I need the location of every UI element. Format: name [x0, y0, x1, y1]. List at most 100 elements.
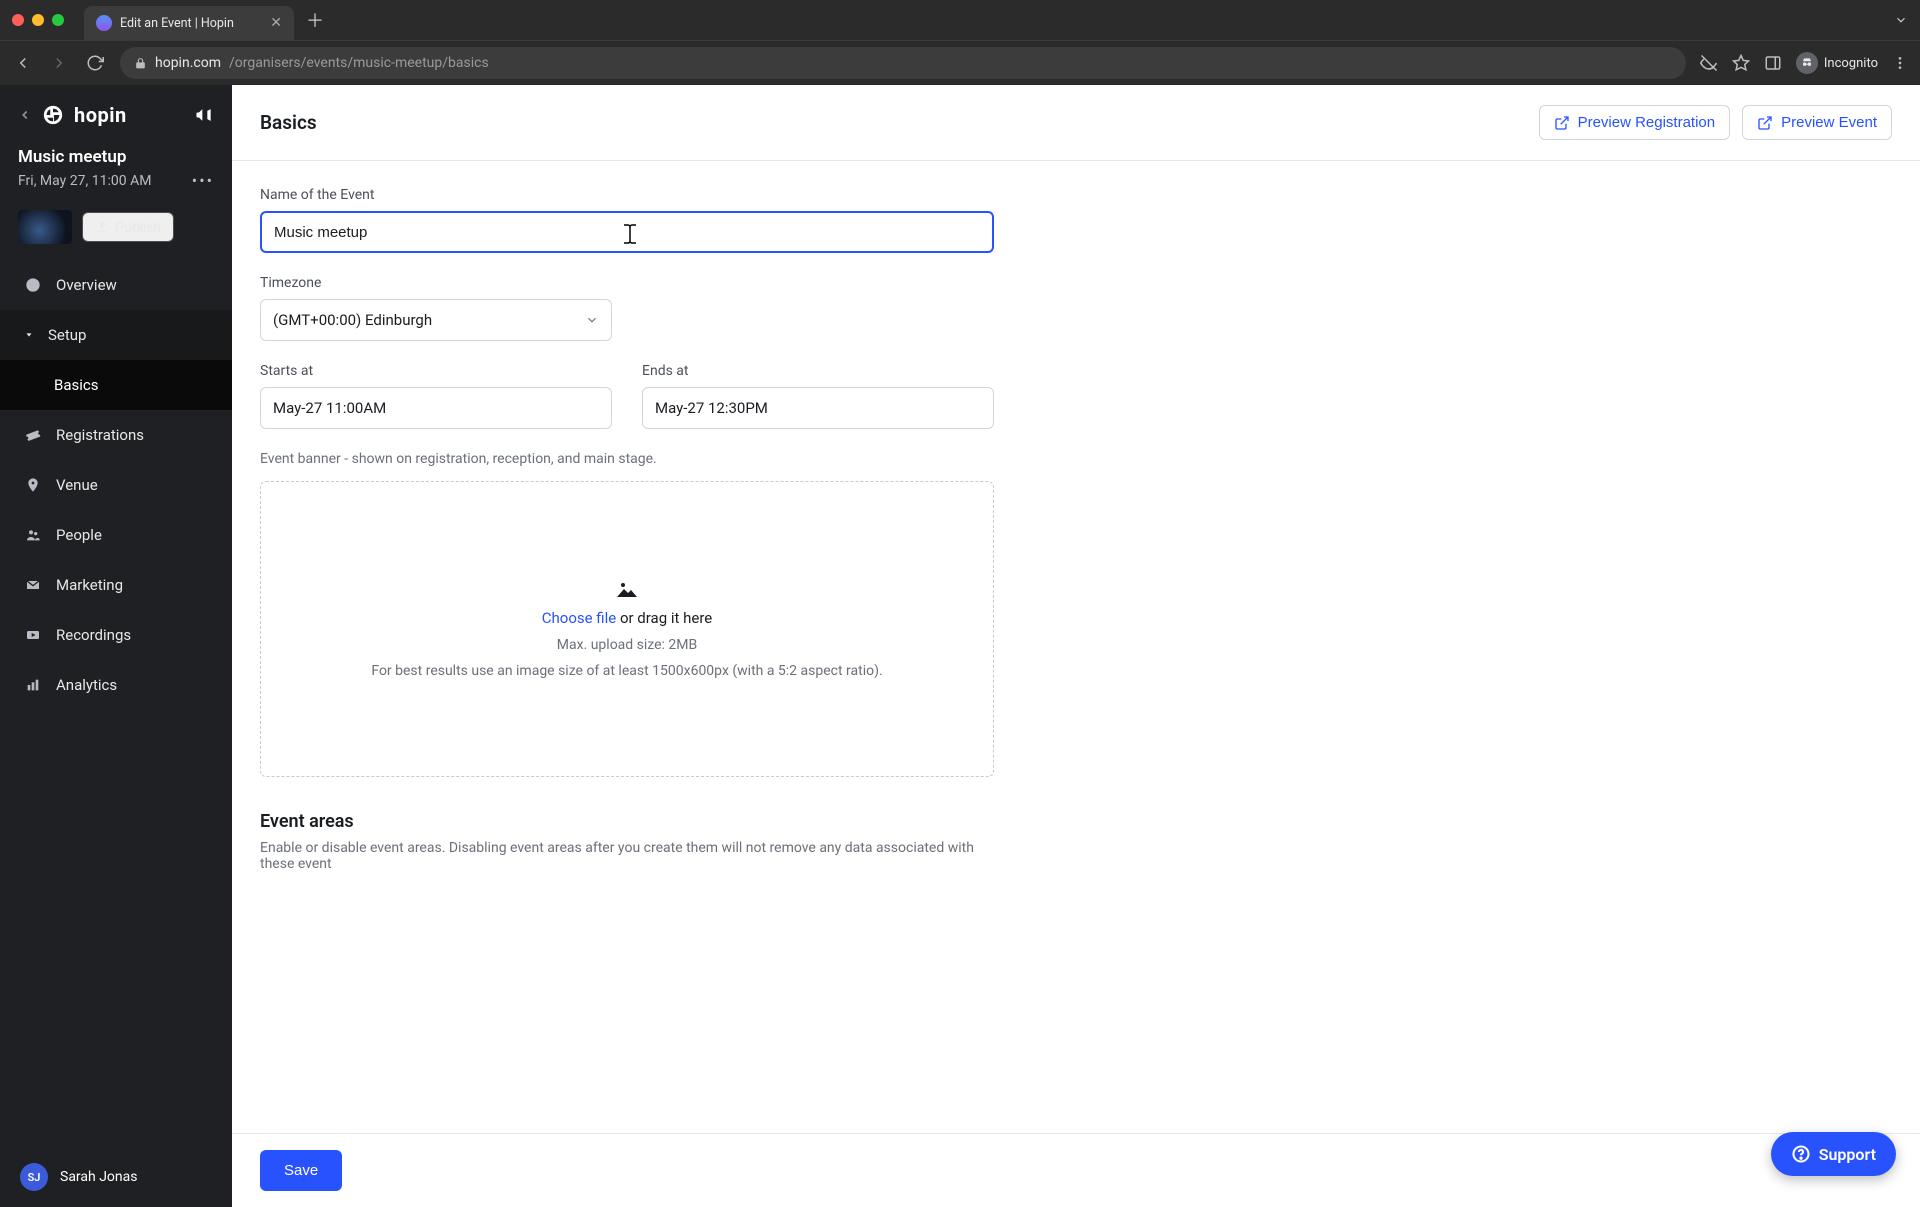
map-pin-icon: [24, 477, 42, 493]
video-icon: [24, 627, 42, 643]
drag-text: or drag it here: [616, 609, 712, 627]
event-thumbnail: [18, 210, 72, 244]
footer-bar: Save: [232, 1133, 1920, 1207]
preview-registration-label: Preview Registration: [1578, 114, 1716, 131]
browser-tab[interactable]: Edit an Event | Hopin ✕: [84, 6, 294, 40]
publish-button[interactable]: Publish: [82, 212, 174, 242]
sidebar-back-icon[interactable]: [18, 108, 32, 122]
content-scroll[interactable]: Name of the Event Timezone (GMT+00:00) E…: [232, 161, 1920, 1133]
page-header: Basics Preview Registration Preview Even…: [232, 85, 1920, 161]
kebab-menu-icon[interactable]: [1892, 55, 1908, 71]
people-icon: [24, 527, 42, 543]
starts-at-input[interactable]: May-27 11:00AM: [260, 387, 612, 429]
nav-setup-label: Setup: [48, 326, 86, 344]
nav-recordings[interactable]: Recordings: [0, 610, 232, 660]
nav-overview[interactable]: Overview: [0, 260, 232, 310]
banner-dropzone[interactable]: Choose file or drag it here Max. upload …: [260, 481, 994, 777]
address-bar-actions: Incognito: [1700, 52, 1908, 74]
nav-venue-label: Venue: [56, 476, 98, 494]
megaphone-icon[interactable]: [194, 105, 214, 125]
brand-logo-icon: [42, 104, 64, 126]
nav-setup[interactable]: Setup: [0, 310, 232, 360]
nav-overview-label: Overview: [56, 276, 117, 294]
event-date: Fri, May 27, 11:00 AM: [18, 173, 151, 189]
dropzone-max: Max. upload size: 2MB: [557, 637, 697, 653]
forward-button[interactable]: [48, 52, 70, 74]
nav-marketing-label: Marketing: [56, 576, 123, 594]
timezone-value: (GMT+00:00) Edinburgh: [273, 311, 432, 329]
save-button[interactable]: Save: [260, 1150, 342, 1191]
url-host: hopin.com: [155, 55, 221, 71]
ends-at-input[interactable]: May-27 12:30PM: [642, 387, 994, 429]
preview-event-label: Preview Event: [1781, 114, 1877, 131]
help-icon: [1791, 1144, 1811, 1164]
ends-value: May-27 12:30PM: [655, 399, 768, 417]
banner-helper-text: Event banner - shown on registration, re…: [260, 451, 1892, 467]
external-link-icon: [1554, 115, 1570, 131]
incognito-indicator[interactable]: Incognito: [1796, 52, 1878, 74]
choose-file-link[interactable]: Choose file: [542, 609, 616, 627]
main-content: Basics Preview Registration Preview Even…: [232, 85, 1920, 1207]
name-label: Name of the Event: [260, 187, 1892, 203]
sidebar-user[interactable]: SJ Sarah Jonas: [0, 1147, 232, 1207]
back-button[interactable]: [12, 52, 34, 74]
nav-basics-label: Basics: [54, 376, 99, 394]
ticket-icon: [24, 427, 42, 443]
sidebar: hopin Music meetup Fri, May 27, 11:00 AM…: [0, 85, 232, 1207]
starts-label: Starts at: [260, 363, 612, 379]
support-label: Support: [1819, 1145, 1876, 1164]
window-minimize-button[interactable]: [32, 14, 44, 26]
event-areas-desc: Enable or disable event areas. Disabling…: [260, 840, 994, 872]
image-icon: [615, 579, 639, 599]
window-controls: [12, 14, 64, 26]
window-maximize-button[interactable]: [52, 14, 64, 26]
incognito-label: Incognito: [1824, 56, 1878, 71]
nav-venue[interactable]: Venue: [0, 460, 232, 510]
timezone-select[interactable]: (GMT+00:00) Edinburgh: [260, 299, 612, 341]
new-tab-button[interactable]: ＋: [306, 7, 324, 33]
dropzone-line1: Choose file or drag it here: [542, 609, 713, 627]
tab-favicon-icon: [96, 15, 112, 31]
save-label: Save: [284, 1162, 318, 1179]
nav-recordings-label: Recordings: [56, 626, 131, 644]
nav-basics[interactable]: Basics: [0, 360, 232, 410]
nav-registrations[interactable]: Registrations: [0, 410, 232, 460]
event-name-input[interactable]: [260, 211, 994, 253]
user-initials: SJ: [28, 1171, 41, 1184]
user-name: Sarah Jonas: [60, 1169, 137, 1185]
ends-label: Ends at: [642, 363, 994, 379]
nav-analytics[interactable]: Analytics: [0, 660, 232, 710]
reload-button[interactable]: [84, 52, 106, 74]
preview-event-button[interactable]: Preview Event: [1742, 105, 1892, 140]
user-avatar: SJ: [20, 1163, 48, 1191]
tabs-dropdown-icon[interactable]: [1894, 13, 1908, 27]
bookmark-star-icon[interactable]: [1732, 54, 1750, 72]
starts-value: May-27 11:00AM: [273, 399, 386, 417]
nav-marketing[interactable]: Marketing: [0, 560, 232, 610]
panel-icon[interactable]: [1764, 54, 1782, 72]
address-bar: hopin.com/organisers/events/music-meetup…: [0, 40, 1920, 85]
pie-chart-icon: [24, 277, 42, 293]
url-input[interactable]: hopin.com/organisers/events/music-meetup…: [120, 47, 1686, 79]
mail-icon: [24, 577, 42, 593]
event-name: Music meetup: [18, 147, 214, 167]
event-more-icon[interactable]: •••: [192, 171, 214, 190]
browser-chrome: Edit an Event | Hopin ✕ ＋ hopin.com/orga…: [0, 0, 1920, 85]
titlebar: Edit an Event | Hopin ✕ ＋: [0, 0, 1920, 40]
nav-people[interactable]: People: [0, 510, 232, 560]
preview-registration-button[interactable]: Preview Registration: [1539, 105, 1731, 140]
caret-down-icon: [24, 330, 34, 340]
support-fab[interactable]: Support: [1771, 1132, 1896, 1176]
timezone-label: Timezone: [260, 275, 1892, 291]
nav-analytics-label: Analytics: [56, 676, 117, 694]
incognito-icon: [1796, 52, 1818, 74]
window-close-button[interactable]: [12, 14, 24, 26]
external-link-icon: [1757, 115, 1773, 131]
bar-chart-icon: [24, 677, 42, 693]
eye-off-icon[interactable]: [1700, 54, 1718, 72]
brand-name: hopin: [74, 103, 127, 127]
tab-close-icon[interactable]: ✕: [270, 15, 282, 31]
tab-title: Edit an Event | Hopin: [120, 16, 262, 31]
page-title: Basics: [260, 111, 317, 134]
event-areas-title: Event areas: [260, 811, 1892, 832]
